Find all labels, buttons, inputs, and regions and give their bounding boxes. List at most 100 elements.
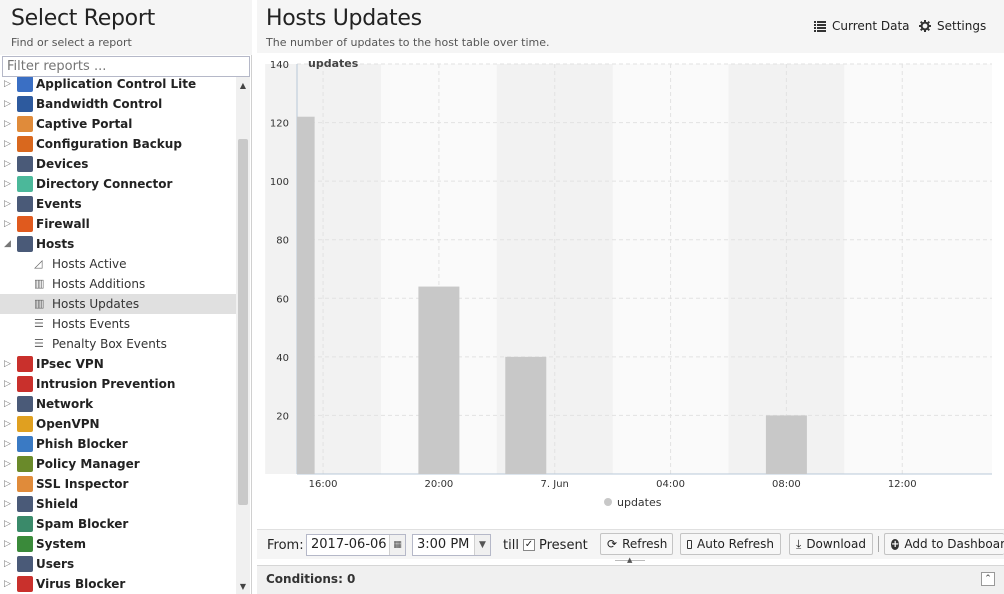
tree-report-label: Penalty Box Events (52, 337, 167, 351)
collapse-up-icon[interactable]: ▲ (627, 556, 632, 564)
expand-arrow-icon[interactable]: ▷ (4, 454, 14, 474)
tree-item-network[interactable]: ▷ Network (0, 394, 236, 414)
tree-item-system[interactable]: ▷ System (0, 534, 236, 554)
tree-item-ipsec[interactable]: ▷ IPsec VPN (0, 354, 236, 374)
expand-arrow-icon[interactable]: ▷ (4, 574, 14, 594)
bandwidth-icon (17, 96, 33, 112)
tree-category-label: OpenVPN (36, 417, 100, 431)
expand-arrow-icon[interactable]: ▷ (4, 394, 14, 414)
openvpn-icon (17, 416, 33, 432)
tree-category-label: Configuration Backup (36, 137, 182, 151)
chevron-down-icon[interactable]: ▼ (474, 535, 490, 555)
tree-item-app-control-lite[interactable]: ▷ Application Control Lite (0, 77, 236, 94)
expand-arrow-icon[interactable]: ▷ (4, 214, 14, 234)
add-to-dashboard-button[interactable]: + Add to Dashboard (884, 533, 1004, 555)
y-tick-label: 100 (270, 177, 289, 188)
tree-item-config-backup[interactable]: ▷ Configuration Backup (0, 134, 236, 154)
expand-arrow-icon[interactable]: ▷ (4, 354, 14, 374)
expand-arrow-icon[interactable]: ▷ (4, 114, 14, 134)
x-tick-label: 04:00 (656, 479, 685, 490)
x-tick-label: 7. Jun (541, 479, 569, 490)
expand-arrow-icon[interactable]: ▷ (4, 554, 14, 574)
hosts-updates-chart: 20 40 60 80 100 120 140 16:00 20:00 7. Jun 04:00 08… (265, 57, 992, 509)
current-data-button[interactable]: Current Data (814, 19, 910, 33)
expand-up-icon[interactable]: ⌃ (981, 572, 995, 586)
expand-arrow-icon[interactable]: ▷ (4, 474, 14, 494)
tree-category-label: Bandwidth Control (36, 97, 163, 111)
expand-arrow-icon[interactable]: ▷ (4, 374, 14, 394)
report-panel: Hosts Updates The number of updates to t… (257, 0, 1004, 594)
from-date-field[interactable]: 2017-06-06 ▦ (306, 534, 406, 556)
expand-arrow-icon[interactable]: ▷ (4, 194, 14, 214)
events-icon (17, 196, 33, 212)
expand-arrow-icon[interactable]: ▷ (4, 434, 14, 454)
present-checkbox[interactable]: ✓ (523, 539, 535, 551)
users-icon (17, 556, 33, 572)
chart-bar (505, 356, 547, 474)
tree-item-hosts[interactable]: ◢ Hosts (0, 234, 236, 254)
tree-item-virus[interactable]: ▷ Virus Blocker (0, 574, 236, 594)
expand-arrow-icon[interactable]: ▷ (4, 134, 14, 154)
tree-report-item[interactable]: ▥ Hosts Additions (0, 274, 236, 294)
phish-icon (17, 436, 33, 452)
tree-category-label: Network (36, 397, 94, 411)
refresh-button[interactable]: ⟳ Refresh (600, 533, 673, 555)
directory-icon (17, 176, 33, 192)
report-header: Hosts Updates The number of updates to t… (257, 0, 1004, 53)
expand-arrow-icon[interactable]: ▷ (4, 514, 14, 534)
tree-item-bandwidth[interactable]: ▷ Bandwidth Control (0, 94, 236, 114)
reports-app: Select Report Find or select a report ▷ A… (0, 0, 1004, 594)
scroll-up-arrow-icon[interactable]: ▲ (236, 79, 250, 93)
firewall-icon (17, 216, 33, 232)
legend-marker (604, 498, 612, 506)
tree-report-label: Hosts Active (52, 257, 127, 271)
y-tick-label: 60 (276, 294, 289, 305)
settings-button[interactable]: Settings (919, 19, 986, 33)
expand-arrow-icon[interactable]: ▷ (4, 414, 14, 434)
collapse-arrow-icon[interactable]: ◢ (4, 234, 14, 254)
scroll-thumb[interactable] (238, 139, 248, 505)
tree-item-events[interactable]: ▷ Events (0, 194, 236, 214)
expand-arrow-icon[interactable]: ▷ (4, 534, 14, 554)
calendar-icon[interactable]: ▦ (389, 535, 405, 555)
filter-reports-input[interactable] (2, 56, 250, 77)
conditions-label: Conditions: 0 (266, 572, 356, 586)
from-time-field[interactable]: 3:00 PM ▼ (412, 534, 491, 556)
tree-report-item[interactable]: ☰ Hosts Events (0, 314, 236, 334)
tree-item-openvpn[interactable]: ▷ OpenVPN (0, 414, 236, 434)
tree-item-firewall[interactable]: ▷ Firewall (0, 214, 236, 234)
y-tick-label: 40 (276, 353, 289, 364)
tree-category-label: Users (36, 557, 75, 571)
tree-item-users[interactable]: ▷ Users (0, 554, 236, 574)
tree-item-shield[interactable]: ▷ Shield (0, 494, 236, 514)
tree-report-item[interactable]: ▥ Hosts Updates (0, 294, 236, 314)
tree-report-item[interactable]: ☰ Penalty Box Events (0, 334, 236, 354)
shield-icon (17, 496, 33, 512)
tree-category-label: Application Control Lite (36, 77, 197, 91)
toolbar-separator (878, 536, 879, 552)
expand-arrow-icon[interactable]: ▷ (4, 154, 14, 174)
present-label: Present (539, 538, 588, 553)
tree-item-devices[interactable]: ▷ Devices (0, 154, 236, 174)
scroll-down-arrow-icon[interactable]: ▼ (236, 580, 250, 594)
tree-item-ssl[interactable]: ▷ SSL Inspector (0, 474, 236, 494)
report-tree-scrollbar[interactable]: ▲ ▼ (236, 77, 250, 594)
tree-item-directory[interactable]: ▷ Directory Connector (0, 174, 236, 194)
auto-refresh-button[interactable]: Auto Refresh (680, 533, 781, 555)
tree-item-captive-portal[interactable]: ▷ Captive Portal (0, 114, 236, 134)
y-axis-title: updates (308, 57, 359, 70)
report-toolbar: From: 2017-06-06 ▦ 3:00 PM ▼ till ✓ Pres… (257, 529, 1004, 559)
expand-arrow-icon[interactable]: ▷ (4, 77, 14, 94)
download-button[interactable]: ⤓ Download (789, 533, 873, 555)
tree-report-item[interactable]: ◿ Hosts Active (0, 254, 236, 274)
x-tick-label: 16:00 (309, 479, 338, 490)
chart-bar (297, 116, 315, 474)
tree-item-phish[interactable]: ▷ Phish Blocker (0, 434, 236, 454)
expand-arrow-icon[interactable]: ▷ (4, 94, 14, 114)
list-icon: ☰ (34, 317, 44, 330)
tree-item-policy[interactable]: ▷ Policy Manager (0, 454, 236, 474)
tree-item-spam[interactable]: ▷ Spam Blocker (0, 514, 236, 534)
tree-item-intrusion[interactable]: ▷ Intrusion Prevention (0, 374, 236, 394)
expand-arrow-icon[interactable]: ▷ (4, 494, 14, 514)
expand-arrow-icon[interactable]: ▷ (4, 174, 14, 194)
